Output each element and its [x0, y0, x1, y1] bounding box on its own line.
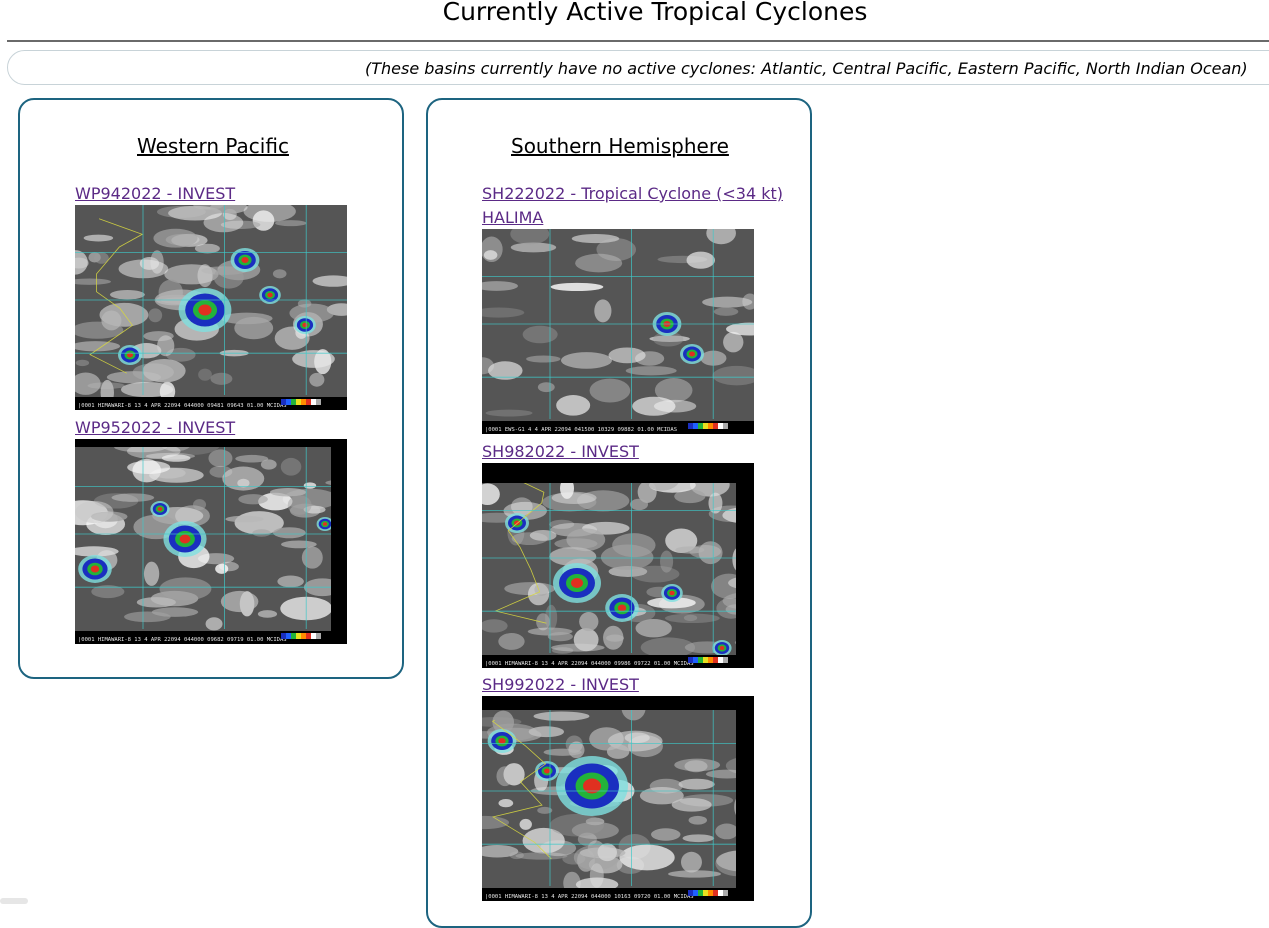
satellite-imagery-icon: |0001 EWS-G1 4 4 APR 22094 041500 10329 … [482, 229, 754, 434]
satellite-image-sh992022[interactable]: |0001 HIMAWARI-8 13 4 APR 22094 044000 1… [482, 696, 754, 901]
image-caption: |0001 HIMAWARI-8 13 4 APR 22094 044000 1… [485, 894, 694, 900]
satellite-image-sh982022[interactable]: |0001 HIMAWARI-8 13 4 APR 22094 044000 0… [482, 463, 754, 668]
satellite-image-sh222022[interactable]: |0001 EWS-G1 4 4 APR 22094 041500 10329 … [482, 229, 754, 434]
inactive-basins-notice: (These basins currently have no active c… [365, 59, 1248, 78]
scroll-corner [0, 898, 28, 904]
basin-title-southern-hemisphere: Southern Hemisphere [511, 134, 729, 158]
satellite-imagery-icon: |0001 HIMAWARI-8 13 4 APR 22094 044000 0… [482, 463, 754, 668]
storm-link-sh992022[interactable]: SH992022 - INVEST [482, 673, 639, 697]
basin-title-western-pacific: Western Pacific [137, 134, 289, 158]
title-divider [7, 40, 1269, 42]
satellite-imagery-icon: |0001 HIMAWARI-8 13 4 APR 22094 044000 0… [75, 439, 347, 644]
satellite-imagery-icon: |0001 HIMAWARI-8 13 4 APR 22094 044000 0… [75, 205, 347, 410]
image-caption: |0001 HIMAWARI-8 13 4 APR 22094 044000 0… [78, 403, 287, 409]
storm-link-wp952022[interactable]: WP952022 - INVEST [75, 416, 235, 440]
satellite-image-wp952022[interactable]: |0001 HIMAWARI-8 13 4 APR 22094 044000 0… [75, 439, 347, 644]
image-caption: |0001 HIMAWARI-8 13 4 APR 22094 044000 0… [485, 661, 694, 667]
storm-link-sh982022[interactable]: SH982022 - INVEST [482, 440, 639, 464]
storm-link-wp942022[interactable]: WP942022 - INVEST [75, 182, 235, 206]
satellite-imagery-icon: |0001 HIMAWARI-8 13 4 APR 22094 044000 1… [482, 696, 754, 901]
satellite-image-wp942022[interactable]: |0001 HIMAWARI-8 13 4 APR 22094 044000 0… [75, 205, 347, 410]
page-title: Currently Active Tropical Cyclones [442, 0, 868, 26]
image-caption: |0001 HIMAWARI-8 13 4 APR 22094 044000 0… [78, 637, 287, 643]
image-caption: |0001 EWS-G1 4 4 APR 22094 041500 10329 … [485, 427, 677, 433]
storm-link-sh222022[interactable]: SH222022 - Tropical Cyclone (<34 kt) [482, 182, 783, 206]
storm-link-sh222022-name[interactable]: HALIMA [482, 206, 543, 230]
